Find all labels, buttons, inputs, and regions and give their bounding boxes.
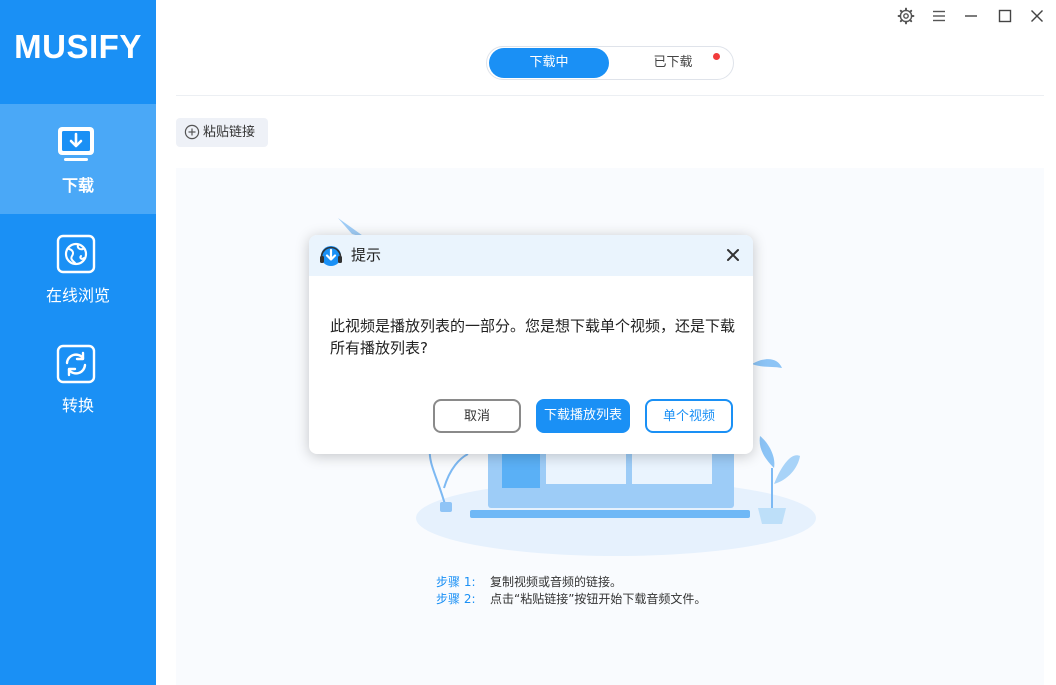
step-label: 步骤 2: [436,592,476,606]
sidebar-item-convert[interactable]: 转换 [0,324,156,434]
sidebar-item-label: 在线浏览 [45,286,110,305]
browse-globe-icon [56,234,96,274]
instructions: 步骤 1: 复制视频或音频的链接。 步骤 2: 点击“粘贴链接”按钮开始下载音频文件… [436,574,706,608]
sidebar-item-browse[interactable]: 在线浏览 [0,214,156,324]
convert-icon [56,344,96,384]
step-text: 复制视频或音频的链接。 [490,575,623,589]
sidebar-item-download[interactable]: 下载 [0,104,156,214]
app-logo: MUSIFY [14,28,142,65]
download-playlist-button[interactable]: 下载播放列表 [536,399,630,433]
step-label: 步骤 1: [436,575,476,589]
step-text: 点击“粘贴链接”按钮开始下载音频文件。 [490,592,707,606]
header-divider [176,95,1044,96]
download-tabs: 下载中 已下载 [486,46,734,80]
dialog-title: 提示 [351,246,382,264]
app-download-icon [320,246,342,266]
dialog-message: 此视频是播放列表的一部分。您是想下载单个视频，还是下载所有播放列表? [330,317,736,357]
sidebar-item-label: 转换 [61,396,94,415]
sidebar-item-label: 下载 [61,176,94,195]
plus-circle-icon [184,124,200,140]
menu-icon[interactable] [929,6,949,26]
dialog-header: 提示 [309,235,753,276]
close-icon[interactable] [1027,6,1047,26]
gear-icon[interactable] [896,6,916,26]
notification-badge [713,53,720,60]
cancel-button[interactable]: 取消 [433,399,521,433]
download-icon [58,127,94,161]
single-video-button[interactable]: 单个视频 [645,399,733,433]
maximize-icon[interactable] [995,6,1015,26]
step-item: 步骤 2: 点击“粘贴链接”按钮开始下载音频文件。 [436,591,706,608]
sidebar: MUSIFY 下载 在线浏览 转换 [0,0,156,685]
minimize-icon[interactable] [961,6,981,26]
playlist-prompt-dialog: 提示 此视频是播放列表的一部分。您是想下载单个视频，还是下载所有播放列表? 取消… [309,235,753,454]
step-item: 步骤 1: 复制视频或音频的链接。 [436,574,706,591]
tab-downloading[interactable]: 下载中 [489,48,609,78]
paste-link-button[interactable]: 粘贴链接 [176,118,268,147]
close-icon[interactable] [725,247,741,263]
paste-link-label: 粘贴链接 [203,125,256,140]
